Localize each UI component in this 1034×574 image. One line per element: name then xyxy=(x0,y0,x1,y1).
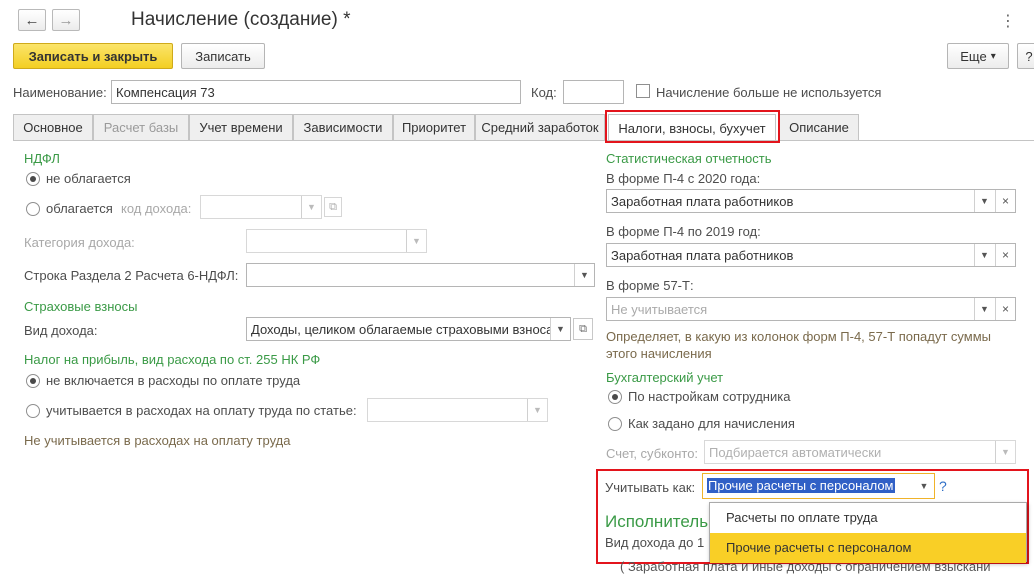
stat-group-title: Статистическая отчетность xyxy=(606,151,772,166)
help-icon[interactable]: ? xyxy=(939,478,947,494)
p4-2020-field[interactable]: Заработная плата работников ▼ × xyxy=(606,189,1016,213)
code-field[interactable] xyxy=(563,80,624,104)
income-type-value: Доходы, целиком облагаемые страховыми вз… xyxy=(251,322,570,337)
ndfl-not-taxed-label: не облагается xyxy=(46,171,131,186)
unused-label: Начисление больше не используется xyxy=(656,85,882,100)
clear-icon[interactable]: × xyxy=(995,244,1015,266)
chevron-down-icon[interactable]: ▼ xyxy=(914,474,934,498)
p4-2019-value: Заработная плата работников xyxy=(611,248,794,263)
open-icon[interactable]: ⧉ xyxy=(324,197,342,217)
account-placeholder: Подбирается автоматически xyxy=(709,445,882,460)
chevron-down-icon[interactable]: ▼ xyxy=(550,318,570,340)
account-as-value: Прочие расчеты с персоналом xyxy=(707,478,895,493)
profit-tax-group-title: Налог на прибыль, вид расхода по ст. 255… xyxy=(24,352,321,367)
acc-by-accrual-label: Как задано для начисления xyxy=(628,416,795,431)
forward-arrow-icon: → xyxy=(58,11,74,29)
ndfl-taxed-radio[interactable] xyxy=(26,202,40,216)
chevron-down-icon[interactable]: ▼ xyxy=(527,399,547,421)
profit-included-radio[interactable] xyxy=(26,404,40,418)
ndfl-not-taxed-radio[interactable] xyxy=(26,172,40,186)
income-category-field[interactable]: ▼ xyxy=(246,229,427,253)
open-icon[interactable]: ⧉ xyxy=(573,318,593,340)
chevron-down-icon[interactable]: ▼ xyxy=(406,230,426,252)
more-actions-icon[interactable]: ⋮ xyxy=(1000,11,1016,31)
section2-field[interactable]: ▼ xyxy=(246,263,595,287)
income-code-field[interactable]: ▼ xyxy=(200,195,322,219)
p4-2020-label: В форме П-4 с 2020 года: xyxy=(606,171,761,186)
p4-2020-value: Заработная плата работников xyxy=(611,194,794,209)
income-type-label: Вид дохода: xyxy=(24,323,98,338)
dropdown-option-payroll[interactable]: Расчеты по оплате труда xyxy=(710,503,1026,533)
section2-label: Строка Раздела 2 Расчета 6-НДФЛ: xyxy=(24,268,239,283)
tab-time-accounting[interactable]: Учет времени xyxy=(189,114,293,140)
help-button[interactable]: ? xyxy=(1017,43,1034,69)
chevron-down-icon[interactable]: ▼ xyxy=(995,441,1015,463)
chevron-down-icon: ▾ xyxy=(990,50,996,62)
chevron-down-icon[interactable]: ▼ xyxy=(301,196,321,218)
code-label: Код: xyxy=(531,85,557,100)
accounting-group-title: Бухгалтерский учет xyxy=(606,370,724,385)
tab-description[interactable]: Описание xyxy=(779,114,859,140)
stat-note-line-2: этого начисления xyxy=(606,346,712,361)
clear-icon[interactable]: × xyxy=(995,298,1015,320)
account-field[interactable]: Подбирается автоматически ▼ xyxy=(704,440,1016,464)
name-field[interactable]: Компенсация 73 xyxy=(111,80,521,104)
f57-placeholder: Не учитывается xyxy=(611,302,708,317)
p4-2019-label: В форме П-4 по 2019 год: xyxy=(606,224,761,239)
profit-article-field[interactable]: ▼ xyxy=(367,398,548,422)
save-and-close-button[interactable]: Записать и закрыть xyxy=(13,43,173,69)
tab-priority[interactable]: Приоритет xyxy=(393,114,475,140)
tab-dependencies[interactable]: Зависимости xyxy=(293,114,393,140)
acc-by-employee-label: По настройкам сотрудника xyxy=(628,389,791,404)
dropdown-option-other-personnel[interactable]: Прочие расчеты с персоналом xyxy=(710,533,1026,563)
stat-note-line-1: Определяет, в какую из колонок форм П-4,… xyxy=(606,329,992,344)
tab-main[interactable]: Основное xyxy=(13,114,93,140)
income-code-label: код дохода: xyxy=(121,201,192,216)
forward-button[interactable]: → xyxy=(52,9,80,31)
more-menu-button[interactable]: Еще ▾ xyxy=(947,43,1009,69)
name-label: Наименование: xyxy=(13,85,107,100)
highlight-tab-frame xyxy=(605,110,780,143)
page-title: Начисление (создание) * xyxy=(131,9,351,30)
income-type-field[interactable]: Доходы, целиком облагаемые страховыми вз… xyxy=(246,317,571,341)
chevron-down-icon[interactable]: ▼ xyxy=(974,244,994,266)
account-as-label: Учитывать как: xyxy=(605,480,696,495)
p4-2019-field[interactable]: Заработная плата работников ▼ × xyxy=(606,243,1016,267)
profit-not-included-radio[interactable] xyxy=(26,374,40,388)
account-as-field[interactable]: Прочие расчеты с персоналом ▼ xyxy=(702,473,935,499)
unused-checkbox[interactable] xyxy=(636,84,650,98)
f57-field[interactable]: Не учитывается ▼ × xyxy=(606,297,1016,321)
chevron-down-icon[interactable]: ▼ xyxy=(974,298,994,320)
acc-by-accrual-radio[interactable] xyxy=(608,417,622,431)
more-menu-label: Еще xyxy=(960,48,987,64)
ndfl-group-title: НДФЛ xyxy=(24,151,60,166)
tab-base-calculation[interactable]: Расчет базы xyxy=(93,114,189,140)
exec-income-label: Вид дохода до 1 xyxy=(605,535,705,550)
account-label: Счет, субконто: xyxy=(606,446,699,461)
acc-by-employee-radio[interactable] xyxy=(608,390,622,404)
account-as-dropdown: Расчеты по оплате труда Прочие расчеты с… xyxy=(709,502,1027,563)
insurance-group-title: Страховые взносы xyxy=(24,299,138,314)
profit-included-label: учитывается в расходах на оплату труда п… xyxy=(46,403,357,418)
profit-not-included-label: не включается в расходы по оплате труда xyxy=(46,373,301,388)
f57-label: В форме 57-Т: xyxy=(606,278,694,293)
save-button[interactable]: Записать xyxy=(181,43,265,69)
clear-icon[interactable]: × xyxy=(995,190,1015,212)
tab-average-earnings[interactable]: Средний заработок xyxy=(475,114,605,140)
chevron-down-icon[interactable]: ▼ xyxy=(974,190,994,212)
ndfl-taxed-label: облагается xyxy=(46,201,113,216)
profit-note: Не учитывается в расходах на оплату труд… xyxy=(24,433,291,448)
exec-group-title: Исполнительн xyxy=(605,512,718,531)
chevron-down-icon[interactable]: ▼ xyxy=(574,264,594,286)
back-arrow-icon: ← xyxy=(24,11,40,29)
back-button[interactable]: ← xyxy=(18,9,46,31)
income-category-label: Категория дохода: xyxy=(24,235,135,250)
tab-divider xyxy=(13,140,1034,141)
